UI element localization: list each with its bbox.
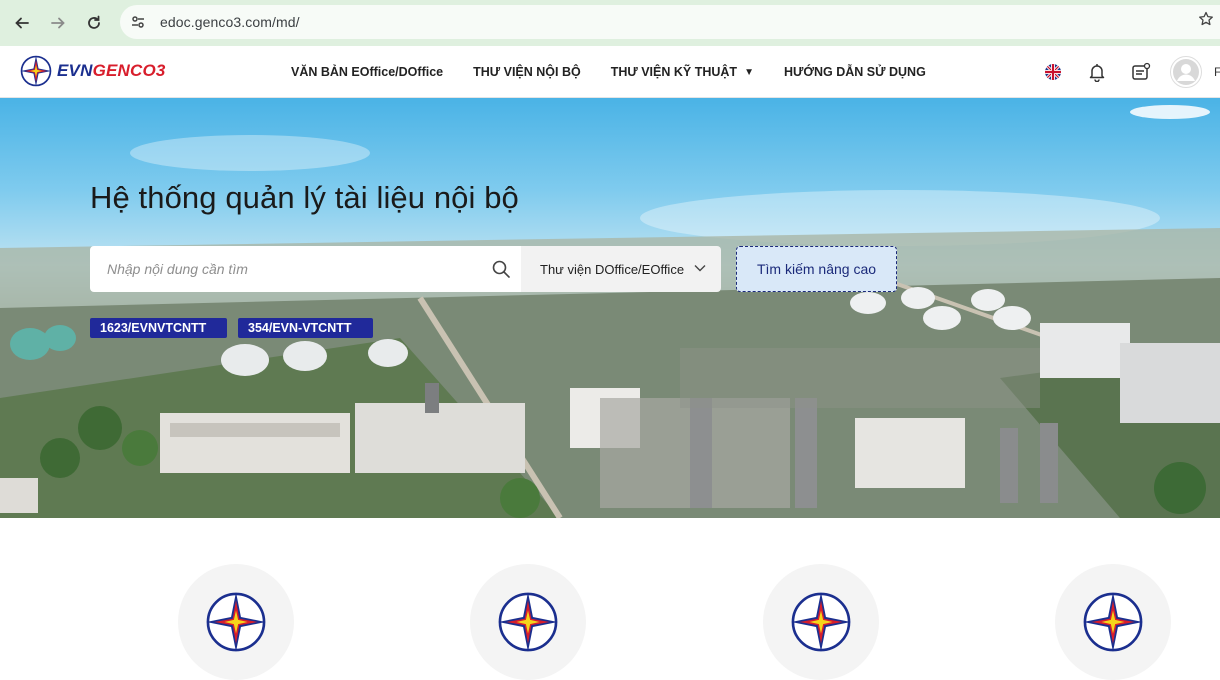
evn-compass-logo-icon (791, 592, 851, 652)
url-text: edoc.genco3.com/md/ (160, 14, 300, 30)
forward-button[interactable] (40, 5, 76, 41)
arrow-left-icon (15, 17, 29, 29)
reload-button[interactable] (76, 5, 112, 41)
tune-icon (132, 16, 144, 28)
notification-bell-icon[interactable] (1086, 61, 1108, 83)
quick-tag-354[interactable]: 354/EVN-VTCNTT (238, 318, 373, 338)
menu-item-van-ban[interactable]: VĂN BẢN EOffice/DOffice (291, 65, 443, 79)
advanced-search-button[interactable]: Tìm kiếm nâng cao (736, 246, 897, 292)
bookmark-star-icon[interactable] (1198, 11, 1214, 32)
evngenco3-logo[interactable]: EVNGENCO3 (19, 54, 166, 88)
evn-compass-logo-icon (20, 55, 52, 87)
hero-banner: Hệ thống quản lý tài liệu nội bộ Thư việ… (0, 98, 1220, 518)
category-card-1[interactable] (178, 564, 294, 680)
evn-compass-logo-icon (206, 592, 266, 652)
back-button[interactable] (4, 5, 40, 41)
site-header: EVNGENCO3 VĂN BẢN EOffice/DOffice THƯ VI… (0, 46, 1220, 98)
category-card-4[interactable] (1055, 564, 1171, 680)
search-input[interactable] (107, 261, 477, 277)
user-icon (1173, 59, 1199, 85)
address-bar[interactable]: edoc.genco3.com/md/ (120, 5, 1220, 39)
message-icon[interactable] (1130, 61, 1152, 83)
user-name[interactable]: F (1214, 65, 1220, 79)
category-card-3[interactable] (763, 564, 879, 680)
power-plant-illustration (0, 105, 1220, 518)
category-card-2[interactable] (470, 564, 586, 680)
library-select-value: Thư viện DOffice/EOffice (540, 261, 685, 277)
library-select[interactable]: Thư viện DOffice/EOffice (521, 246, 721, 292)
menu-item-thu-vien-noi-bo[interactable]: THƯ VIỆN NỘI BỘ (473, 65, 581, 79)
reload-icon (88, 15, 100, 29)
menu-item-huong-dan[interactable]: HƯỚNG DẪN SỬ DỤNG (784, 65, 926, 79)
caret-down-icon: ▼ (744, 66, 754, 78)
menu-item-thu-vien-ky-thuat[interactable]: THƯ VIỆN KỸ THUẬT ▼ (611, 65, 754, 79)
browser-toolbar: edoc.genco3.com/md/ (0, 0, 1220, 46)
user-avatar[interactable] (1170, 56, 1202, 88)
arrow-right-icon (51, 17, 65, 29)
search-icon[interactable] (491, 259, 511, 284)
evn-compass-logo-icon (498, 592, 558, 652)
header-actions: F (1020, 46, 1220, 98)
quick-tag-1623[interactable]: 1623/EVNVTCNTT (90, 318, 227, 338)
main-menu: VĂN BẢN EOffice/DOffice THƯ VIỆN NỘI BỘ … (291, 46, 956, 98)
evn-compass-logo-icon (1083, 592, 1143, 652)
language-flag-icon[interactable] (1042, 61, 1064, 83)
chevron-down-icon (693, 261, 707, 280)
page-title: Hệ thống quản lý tài liệu nội bộ (90, 180, 519, 215)
search-box (90, 246, 521, 292)
site-info-button[interactable] (124, 8, 152, 36)
logo-wordmark: EVNGENCO3 (57, 61, 166, 80)
